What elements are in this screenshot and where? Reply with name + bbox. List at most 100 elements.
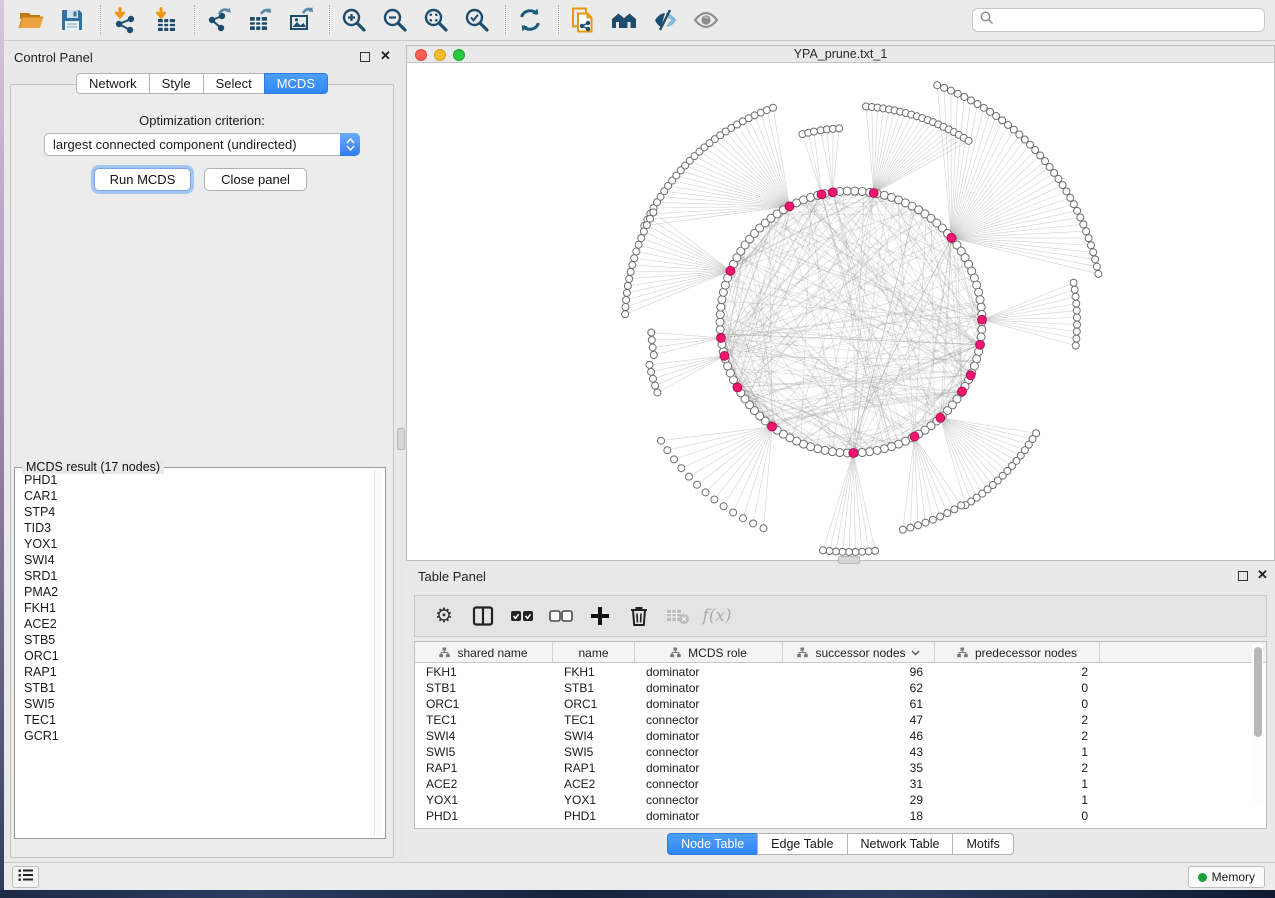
function-builder-icon[interactable]: f(x) <box>702 601 732 631</box>
column-header-name[interactable]: name <box>553 642 635 663</box>
zoom-out-icon[interactable] <box>380 5 410 35</box>
save-session-icon[interactable] <box>57 5 87 35</box>
mcds-node-item[interactable]: STB1 <box>24 680 372 696</box>
table-cell: 96 <box>783 665 935 679</box>
tab-style[interactable]: Style <box>149 73 203 94</box>
network-window-titlebar[interactable]: YPA_prune.txt_1 <box>407 46 1274 63</box>
mcds-node-item[interactable]: STP4 <box>24 504 372 520</box>
mcds-node-item[interactable]: GCR1 <box>24 728 372 744</box>
close-panel-icon[interactable]: ✕ <box>380 48 391 64</box>
table-row[interactable]: STB1STB1dominator620 <box>415 680 1255 696</box>
search-icon <box>979 10 995 31</box>
create-column-icon[interactable] <box>585 601 615 631</box>
mcds-node-item[interactable]: SWI5 <box>24 696 372 712</box>
mcds-node-item[interactable]: SRD1 <box>24 568 372 584</box>
tab-network-table[interactable]: Network Table <box>847 833 953 855</box>
select-all-icon[interactable] <box>507 601 537 631</box>
column-header-shared-name[interactable]: shared name <box>415 642 553 663</box>
table-cell: dominator <box>635 665 783 679</box>
tab-node-table[interactable]: Node Table <box>667 833 757 855</box>
clone-network-icon[interactable] <box>568 5 598 35</box>
network-window-title: YPA_prune.txt_1 <box>407 47 1274 61</box>
column-header-MCDS-role[interactable]: MCDS role <box>635 642 783 663</box>
mcds-list-scrollbar[interactable] <box>374 470 383 836</box>
export-table-icon[interactable] <box>245 5 275 35</box>
optimization-criterion-select[interactable]: largest connected component (undirected) <box>44 133 360 156</box>
table-scrollbar[interactable] <box>1252 644 1263 804</box>
column-header-predecessor-nodes[interactable]: predecessor nodes <box>935 642 1100 663</box>
mcds-node-item[interactable]: CAR1 <box>24 488 372 504</box>
memory-button[interactable]: Memory <box>1188 866 1265 888</box>
table-cell: connector <box>635 777 783 791</box>
mcds-node-item[interactable]: ORC1 <box>24 648 372 664</box>
mcds-node-item[interactable]: TID3 <box>24 520 372 536</box>
tab-motifs[interactable]: Motifs <box>952 833 1013 855</box>
tab-mcds[interactable]: MCDS <box>264 73 328 94</box>
vertical-splitter-handle[interactable] <box>397 428 405 450</box>
table-row[interactable]: TEC1TEC1connector472 <box>415 712 1255 728</box>
zoom-selected-icon[interactable] <box>462 5 492 35</box>
export-network-icon[interactable] <box>204 5 234 35</box>
table-row[interactable]: RAP1RAP1dominator352 <box>415 760 1255 776</box>
table-row[interactable]: SWI4SWI4dominator462 <box>415 728 1255 744</box>
export-image-icon[interactable] <box>286 5 316 35</box>
mcds-node-item[interactable]: PHD1 <box>24 472 372 488</box>
mcds-node-item[interactable]: STB5 <box>24 632 372 648</box>
close-table-panel-icon[interactable]: ✕ <box>1257 567 1268 583</box>
table-header-row: shared namenameMCDS rolesuccessor nodesp… <box>415 642 1266 663</box>
search-input[interactable] <box>995 13 1258 27</box>
table-row[interactable]: YOX1YOX1connector291 <box>415 792 1255 808</box>
window-close-traffic-light[interactable] <box>415 49 427 61</box>
table-row[interactable]: ORC1ORC1dominator610 <box>415 696 1255 712</box>
apply-layout-icon[interactable] <box>515 5 545 35</box>
delete-table-icon[interactable] <box>663 601 693 631</box>
table-row[interactable]: SWI5SWI5connector431 <box>415 744 1255 760</box>
table-row[interactable]: FKH1FKH1dominator962 <box>415 664 1255 680</box>
tab-network[interactable]: Network <box>76 73 149 94</box>
table-cell: TEC1 <box>553 713 635 727</box>
table-scrollbar-thumb[interactable] <box>1254 647 1262 737</box>
table-cell: connector <box>635 745 783 759</box>
zoom-in-icon[interactable] <box>339 5 369 35</box>
show-columns-icon[interactable] <box>468 601 498 631</box>
table-row[interactable]: PHD1PHD1dominator180 <box>415 808 1255 824</box>
mcds-node-item[interactable]: RAP1 <box>24 664 372 680</box>
table-cell: RAP1 <box>553 761 635 775</box>
table-row[interactable]: ACE2ACE2connector311 <box>415 776 1255 792</box>
first-neighbors-icon[interactable] <box>609 5 639 35</box>
hide-selected-icon[interactable] <box>650 5 680 35</box>
import-network-icon[interactable] <box>110 5 140 35</box>
table-panel-title: Table Panel <box>418 569 486 584</box>
window-zoom-traffic-light[interactable] <box>453 49 465 61</box>
column-header-successor-nodes[interactable]: successor nodes <box>783 642 935 663</box>
table-cell: FKH1 <box>553 665 635 679</box>
mcds-node-item[interactable]: ACE2 <box>24 616 372 632</box>
mcds-node-item[interactable]: YOX1 <box>24 536 372 552</box>
show-all-icon[interactable] <box>691 5 721 35</box>
close-panel-button[interactable]: Close panel <box>204 168 307 191</box>
search-box[interactable] <box>972 8 1265 32</box>
show-panels-button[interactable] <box>12 866 39 888</box>
mcds-node-item[interactable]: FKH1 <box>24 600 372 616</box>
horizontal-splitter-handle[interactable] <box>838 556 860 564</box>
tab-edge-table[interactable]: Edge Table <box>757 833 846 855</box>
network-canvas[interactable] <box>407 63 1274 560</box>
optimization-criterion-label: Optimization criterion: <box>4 113 400 128</box>
tab-select[interactable]: Select <box>203 73 264 94</box>
zoom-fit-icon[interactable] <box>421 5 451 35</box>
mcds-node-item[interactable]: PMA2 <box>24 584 372 600</box>
float-panel-icon[interactable] <box>360 52 370 62</box>
mcds-result-list[interactable]: PHD1CAR1STP4TID3YOX1SWI4SRD1PMA2FKH1ACE2… <box>17 472 372 836</box>
run-mcds-button[interactable]: Run MCDS <box>94 168 191 191</box>
float-table-panel-icon[interactable] <box>1238 571 1248 581</box>
open-file-icon[interactable] <box>16 5 46 35</box>
mcds-node-item[interactable]: TEC1 <box>24 712 372 728</box>
mcds-node-item[interactable]: SWI4 <box>24 552 372 568</box>
table-settings-icon[interactable]: ⚙ <box>429 601 459 631</box>
import-table-icon[interactable] <box>151 5 181 35</box>
deselect-all-icon[interactable] <box>546 601 576 631</box>
table-cell: 1 <box>935 745 1100 759</box>
delete-column-icon[interactable] <box>624 601 654 631</box>
table-cell: 1 <box>935 777 1100 791</box>
window-minimize-traffic-light[interactable] <box>434 49 446 61</box>
